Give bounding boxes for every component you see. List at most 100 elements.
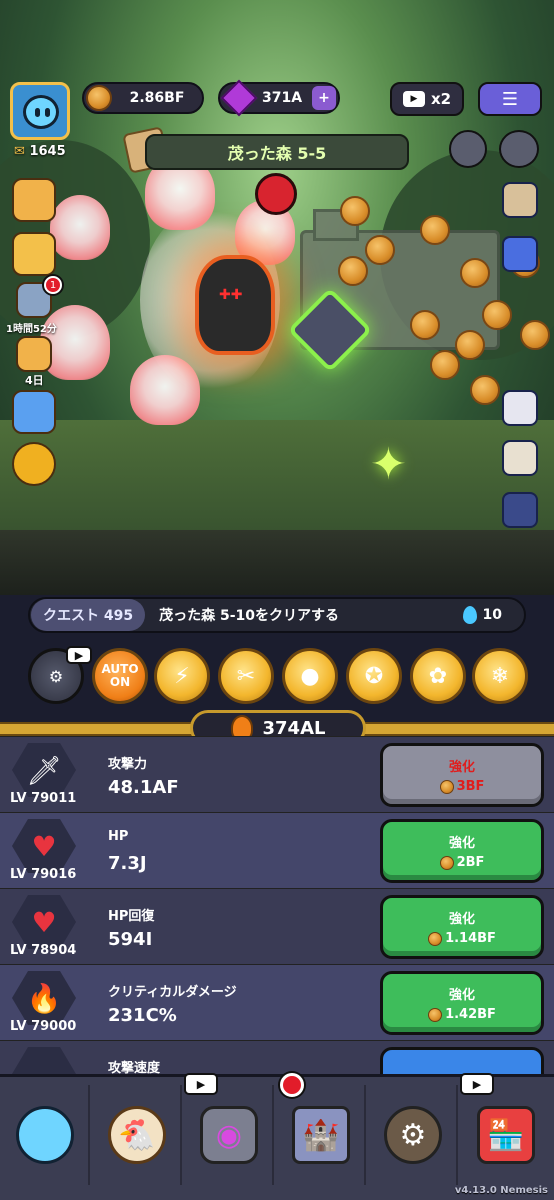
- water-drop-icon: [462, 606, 477, 624]
- upgrade-cost: 3BF: [456, 779, 485, 794]
- quest-reward: 10: [462, 606, 502, 624]
- castle-icon: 🏰: [292, 1106, 350, 1164]
- upgrade-button-label: 強化: [448, 760, 475, 775]
- upgrade-name: 攻撃速度: [108, 1061, 161, 1074]
- coin-icon: [428, 1007, 443, 1022]
- upgrade-level: LV 79016: [10, 867, 77, 882]
- upgrade-cost: 1.42BF: [445, 1007, 496, 1022]
- menu-button[interactable]: ☰: [478, 82, 542, 116]
- coin-icon: [439, 779, 454, 794]
- boss-skull-icon: [255, 173, 297, 215]
- heart-plus-icon: ♥: [12, 895, 76, 949]
- scroll-icon[interactable]: [502, 182, 538, 218]
- video-icon: ▶: [402, 91, 425, 107]
- coin-icon: [86, 85, 112, 111]
- upgrade-cost: 1.14BF: [445, 931, 496, 946]
- flaming-sword-icon: 🔥: [12, 971, 76, 1025]
- upgrade-value: 7.3J: [108, 853, 147, 874]
- gem-icon: [220, 79, 258, 117]
- quest-text: 茂った森 5-10をクリアする: [159, 608, 340, 624]
- hero-helmet-icon[interactable]: [12, 232, 56, 276]
- claw-skill-icon[interactable]: ✂: [218, 648, 274, 704]
- event-days: 4日: [25, 374, 44, 387]
- sword-icon: 🗡: [12, 743, 76, 797]
- stage-title: 茂った森 5-5: [145, 134, 409, 170]
- forge-icon: ⚙: [384, 1106, 442, 1164]
- upgrade-value: 594I: [108, 929, 153, 950]
- chicken-tab[interactable]: 🐔: [94, 1085, 182, 1185]
- auto-skill-toggle[interactable]: AUTO ON: [92, 648, 148, 704]
- boss-enemy: [195, 255, 275, 355]
- treasure-chest-icon[interactable]: [12, 178, 56, 222]
- ground: [0, 420, 554, 595]
- upgrade-button-label: 強化: [448, 988, 475, 1003]
- portal-tab[interactable]: ◉: [186, 1085, 274, 1185]
- quest-bar[interactable]: クエスト 495 茂った森 5-10をクリアする 10: [28, 597, 526, 633]
- upgrade-row-attack-speed: 攻撃速度: [0, 1040, 554, 1074]
- coin-amount: 2.86BF: [129, 90, 185, 106]
- ghost-enemy: [50, 195, 110, 260]
- upgrade-attack-speed-button[interactable]: [380, 1047, 544, 1074]
- snowflake-skill-icon[interactable]: ❄: [472, 648, 528, 704]
- speed-icon: [12, 1047, 76, 1074]
- castle-tab[interactable]: 🏰: [278, 1085, 366, 1185]
- spark-effect: ✦: [370, 439, 407, 490]
- helmet-icon[interactable]: [449, 130, 487, 168]
- notification-dot: [280, 1073, 304, 1097]
- forge-tab[interactable]: ⚙: [370, 1085, 458, 1185]
- blue-card-icon[interactable]: [502, 236, 538, 272]
- video-icon: ▶: [184, 1073, 218, 1095]
- heart-icon: ♥: [12, 819, 76, 873]
- bonus-wheel-icon[interactable]: [12, 442, 56, 486]
- add-gems-button[interactable]: +: [312, 86, 336, 110]
- video-icon: ▶: [460, 1073, 494, 1095]
- power-label: ✉ 1645: [14, 144, 66, 159]
- shop-icon: 🏪: [477, 1106, 535, 1164]
- upgrade-cost: 2BF: [456, 855, 485, 870]
- character-tab[interactable]: [2, 1085, 90, 1185]
- upgrade-button-label: 強化: [448, 836, 475, 851]
- upgrade-name: HP回復: [108, 909, 155, 924]
- pet-icon[interactable]: [502, 440, 538, 476]
- upgrade-hp-button[interactable]: 強化 2BF: [380, 819, 544, 883]
- upgrade-name: クリティカルダメージ: [108, 985, 237, 1000]
- chicken-icon: 🐔: [108, 1106, 166, 1164]
- coin-icon: [439, 855, 454, 870]
- event-timer: 1時間52分: [6, 324, 57, 335]
- quest-reward-amount: 10: [482, 607, 502, 623]
- upgrade-level: LV 78904: [10, 943, 77, 958]
- menu-icon: ☰: [501, 88, 519, 110]
- upgrade-row-hp-regen: ♥ LV 78904 HP回復 594I 強化 1.14BF: [0, 888, 554, 964]
- upgrade-name: 攻撃力: [108, 757, 148, 772]
- gem-amount: 371A: [261, 90, 303, 106]
- armor-icon[interactable]: [502, 492, 538, 528]
- coin-skill-icon[interactable]: ●: [282, 648, 338, 704]
- lightning-skill-icon[interactable]: ⚡: [154, 648, 210, 704]
- notification-badge: 1: [44, 276, 62, 294]
- speed-label: x2: [430, 90, 452, 108]
- upgrade-value: 48.1AF: [108, 777, 179, 798]
- bottom-navigation: 🐔 ◉ ▶ 🏰 ⚙ 🏪 ▶ v4.13.0 Nemesis: [0, 1073, 554, 1200]
- coin-counter: 2.86BF: [82, 82, 204, 114]
- upgrade-value: 231C%: [108, 1005, 177, 1026]
- calendar-icon[interactable]: [16, 336, 52, 372]
- diamond-icon[interactable]: [499, 130, 539, 168]
- leaf-skill-icon[interactable]: ✿: [410, 648, 466, 704]
- upgrade-attack-button[interactable]: 強化 3BF: [380, 743, 544, 807]
- player-avatar[interactable]: [10, 82, 70, 140]
- upgrade-level: LV 79011: [10, 791, 77, 806]
- gem-pack-icon[interactable]: [12, 390, 56, 434]
- video-icon: ▶: [66, 646, 92, 664]
- upgrade-crit-damage-button[interactable]: 強化 1.42BF: [380, 971, 544, 1035]
- stats-chart-icon[interactable]: [502, 390, 538, 426]
- upgrade-hp-regen-button[interactable]: 強化 1.14BF: [380, 895, 544, 959]
- power-value: 1645: [29, 144, 66, 159]
- portal-icon: ◉: [200, 1106, 258, 1164]
- upgrade-name: HP: [108, 829, 129, 844]
- bomb-skill-icon[interactable]: ✪: [346, 648, 402, 704]
- shop-tab[interactable]: 🏪: [462, 1085, 550, 1185]
- upgrade-row-hp: ♥ LV 79016 HP 7.3J 強化 2BF: [0, 812, 554, 888]
- upgrade-row-attack: 🗡 LV 79011 攻撃力 48.1AF 強化 3BF: [0, 736, 554, 812]
- upgrade-list: 🗡 LV 79011 攻撃力 48.1AF 強化 3BF ♥ LV 79016 …: [0, 736, 554, 1074]
- speed-button[interactable]: ▶ x2: [390, 82, 464, 116]
